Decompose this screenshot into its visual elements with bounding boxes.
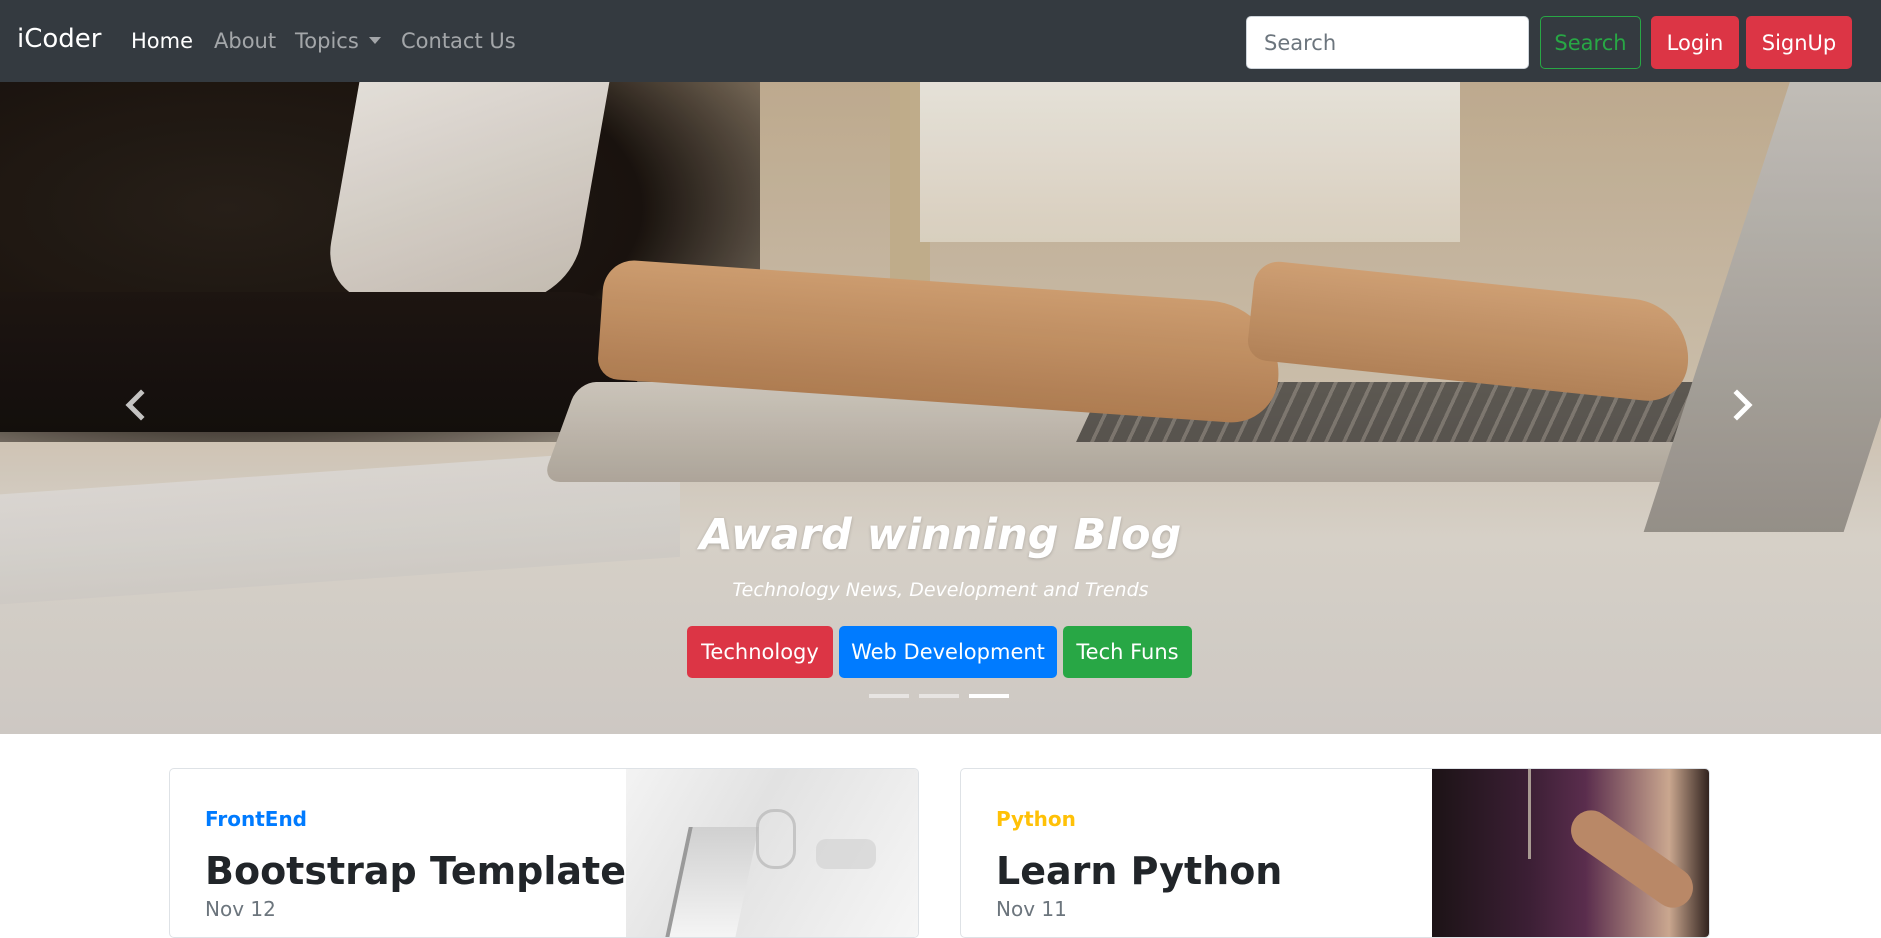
- nav-link-home[interactable]: Home: [131, 29, 193, 53]
- web-development-button[interactable]: Web Development: [839, 626, 1057, 678]
- card-thumbnail: [626, 769, 918, 937]
- card-date: Nov 12: [205, 897, 276, 921]
- card-title: Bootstrap Templates: [205, 849, 649, 893]
- nav-topics-label: Topics: [295, 29, 359, 53]
- search-input[interactable]: [1246, 16, 1529, 69]
- chevron-left-icon: [125, 389, 145, 421]
- blog-card-frontend[interactable]: FrontEnd Bootstrap Templates Nov 12: [169, 768, 919, 938]
- nav-link-about[interactable]: About: [214, 29, 276, 53]
- thumbnail-cord: [1528, 769, 1531, 859]
- brand-logo[interactable]: iCoder: [17, 24, 101, 54]
- card-category: FrontEnd: [205, 807, 308, 831]
- signup-button[interactable]: SignUp: [1746, 16, 1852, 69]
- caret-down-icon: [368, 37, 381, 44]
- carousel-caption-title: Award winning Blog: [699, 510, 1182, 560]
- thumbnail-laptop: [663, 827, 759, 937]
- technology-button[interactable]: Technology: [687, 626, 833, 678]
- card-thumbnail: [1432, 769, 1709, 937]
- carousel-caption-subtitle: Technology News, Development and Trends: [732, 579, 1149, 601]
- card-title: Learn Python: [996, 849, 1283, 893]
- login-button[interactable]: Login: [1651, 16, 1739, 69]
- carousel-indicator-2[interactable]: [919, 694, 959, 698]
- thumbnail-object: [756, 809, 796, 869]
- card-date: Nov 11: [996, 897, 1067, 921]
- tech-funs-button[interactable]: Tech Funs: [1063, 626, 1192, 678]
- card-category: Python: [996, 807, 1076, 831]
- nav-link-contact[interactable]: Contact Us: [401, 29, 516, 53]
- nav-dropdown-topics[interactable]: Topics: [295, 29, 381, 53]
- thumbnail-arm: [1563, 802, 1701, 916]
- navbar: iCoder Home About Topics Contact Us Sear…: [0, 0, 1881, 82]
- carousel-indicator-1[interactable]: [869, 694, 909, 698]
- carousel-next-button[interactable]: [1721, 385, 1761, 425]
- thumbnail-object: [816, 839, 876, 869]
- chevron-right-icon: [1733, 389, 1753, 421]
- search-button[interactable]: Search: [1540, 16, 1641, 69]
- carousel-indicator-3[interactable]: [969, 694, 1009, 698]
- carousel-prev-button[interactable]: [117, 385, 157, 425]
- blog-card-python[interactable]: Python Learn Python Nov 11: [960, 768, 1710, 938]
- hero-carousel: Award winning Blog Technology News, Deve…: [0, 82, 1881, 734]
